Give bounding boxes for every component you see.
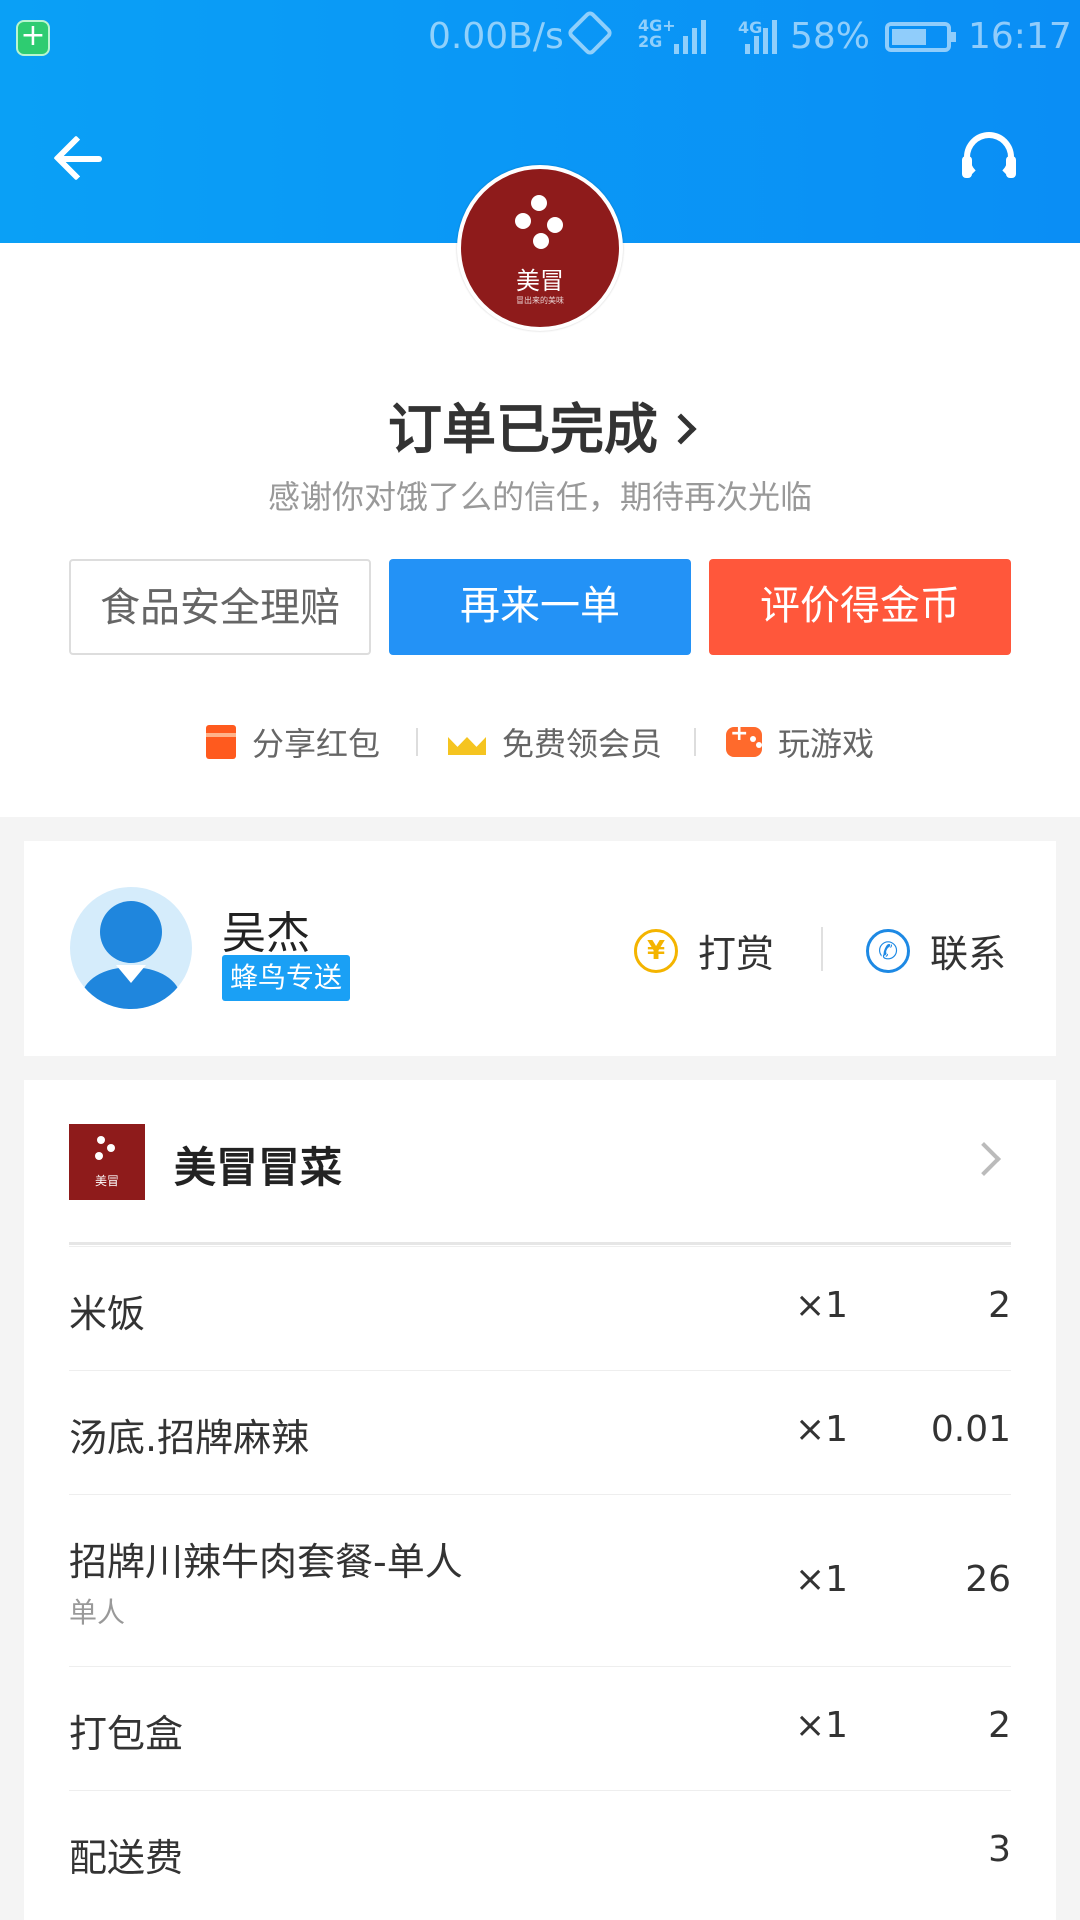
delivery-fee-row: 配送费 3 bbox=[69, 1791, 1011, 1915]
gamepad-icon bbox=[726, 721, 762, 757]
item-qty: ×1 bbox=[795, 1705, 849, 1746]
divider bbox=[694, 728, 696, 756]
item-name: 汤底.招牌麻辣 bbox=[69, 1416, 310, 1460]
yen-coin-icon: ¥ bbox=[634, 928, 678, 973]
signal-bars-icon bbox=[745, 20, 777, 54]
share-label: 分享红包 bbox=[252, 725, 381, 763]
divider bbox=[821, 927, 823, 971]
tip-label: 打赏 bbox=[698, 932, 775, 976]
rate-button[interactable]: 评价得金币 bbox=[709, 559, 1011, 655]
tip-rider-button[interactable]: ¥ 打赏 bbox=[634, 923, 774, 978]
item-price: 0.01 bbox=[930, 1409, 1011, 1450]
item-price: 2 bbox=[988, 1705, 1011, 1746]
order-status-title[interactable]: 订单已完成 bbox=[0, 385, 1080, 464]
item-price: 26 bbox=[965, 1559, 1011, 1600]
logo-tagline: 冒出来的美味 bbox=[516, 296, 564, 305]
item-price: 3 bbox=[988, 1829, 1011, 1870]
rider-card: 吴杰 蜂鸟专送 ¥ 打赏 ✆ 联系 bbox=[24, 841, 1056, 1056]
item-name: 配送费 bbox=[69, 1836, 184, 1880]
order-status-text: 订单已完成 bbox=[388, 398, 658, 461]
extras-row: 分享红包 免费领会员 玩游戏 bbox=[0, 720, 1080, 764]
clock-time: 16:17 bbox=[968, 16, 1072, 57]
vip-label: 免费领会员 bbox=[502, 725, 663, 763]
item-qty: ×1 bbox=[795, 1409, 849, 1450]
reorder-button[interactable]: 再来一单 bbox=[389, 559, 691, 655]
status-bar: 0.00B/s 4G+ 2G 4G 58% 16:17 bbox=[0, 0, 1080, 75]
net-speed: 0.00B/s bbox=[428, 16, 564, 57]
item-qty: ×1 bbox=[795, 1285, 849, 1326]
flower-graphic bbox=[513, 195, 573, 255]
back-arrow-icon[interactable] bbox=[50, 130, 106, 186]
battery-percent: 58% bbox=[790, 16, 871, 57]
phone-icon: ✆ bbox=[866, 928, 910, 973]
divider bbox=[416, 728, 418, 756]
item-qty: ×1 bbox=[795, 1559, 849, 1600]
red-packet-icon bbox=[206, 725, 236, 759]
contact-label: 联系 bbox=[930, 932, 1007, 976]
order-item-row: 打包盒 ×1 2 bbox=[69, 1667, 1011, 1791]
item-name: 招牌川辣牛肉套餐-单人 bbox=[69, 1540, 463, 1584]
battery-icon bbox=[885, 22, 956, 52]
order-item-row: 汤底.招牌麻辣 ×1 0.01 bbox=[69, 1371, 1011, 1495]
order-detail-card: 美冒 美冒冒菜 米饭 ×1 2 汤底.招牌麻辣 ×1 0.01 招牌川辣牛肉套餐… bbox=[24, 1080, 1056, 1920]
item-spec: 单人 bbox=[69, 1596, 126, 1629]
order-item-row: 米饭 ×1 2 bbox=[69, 1247, 1011, 1371]
security-shield-icon bbox=[16, 18, 50, 56]
item-name: 米饭 bbox=[69, 1292, 146, 1336]
order-status-subtitle: 感谢你对饿了么的信任，期待再次光临 bbox=[267, 478, 812, 516]
item-price: 2 bbox=[988, 1285, 1011, 1326]
food-safety-claim-button[interactable]: 食品安全理赔 bbox=[69, 559, 371, 655]
shop-name[interactable]: 美冒冒菜 bbox=[174, 1134, 342, 1195]
chevron-right-icon bbox=[665, 413, 697, 445]
signal-4gplus-label: 4G+ 2G bbox=[638, 16, 676, 51]
rider-avatar bbox=[70, 887, 192, 1009]
shop-logo[interactable]: 美冒 bbox=[69, 1124, 145, 1200]
chevron-right-icon[interactable] bbox=[967, 1142, 1001, 1176]
logo-text: 美冒 bbox=[516, 267, 564, 295]
play-game-link[interactable]: 玩游戏 bbox=[726, 720, 874, 764]
signal-bars-icon bbox=[674, 20, 706, 54]
rider-name: 吴杰 bbox=[222, 908, 310, 959]
rotation-lock-icon bbox=[565, 8, 615, 58]
contact-rider-button[interactable]: ✆ 联系 bbox=[866, 923, 1006, 978]
game-label: 玩游戏 bbox=[778, 725, 875, 763]
headset-icon[interactable] bbox=[962, 132, 1016, 182]
crown-icon bbox=[448, 729, 486, 755]
order-item-row: 招牌川辣牛肉套餐-单人 单人 ×1 26 bbox=[69, 1495, 1011, 1667]
restaurant-logo: 美冒 冒出来的美味 bbox=[457, 165, 623, 331]
share-redpack-link[interactable]: 分享红包 bbox=[206, 720, 380, 764]
free-vip-link[interactable]: 免费领会员 bbox=[448, 720, 662, 764]
item-name: 打包盒 bbox=[69, 1712, 184, 1756]
delivery-service-badge: 蜂鸟专送 bbox=[222, 955, 351, 1001]
